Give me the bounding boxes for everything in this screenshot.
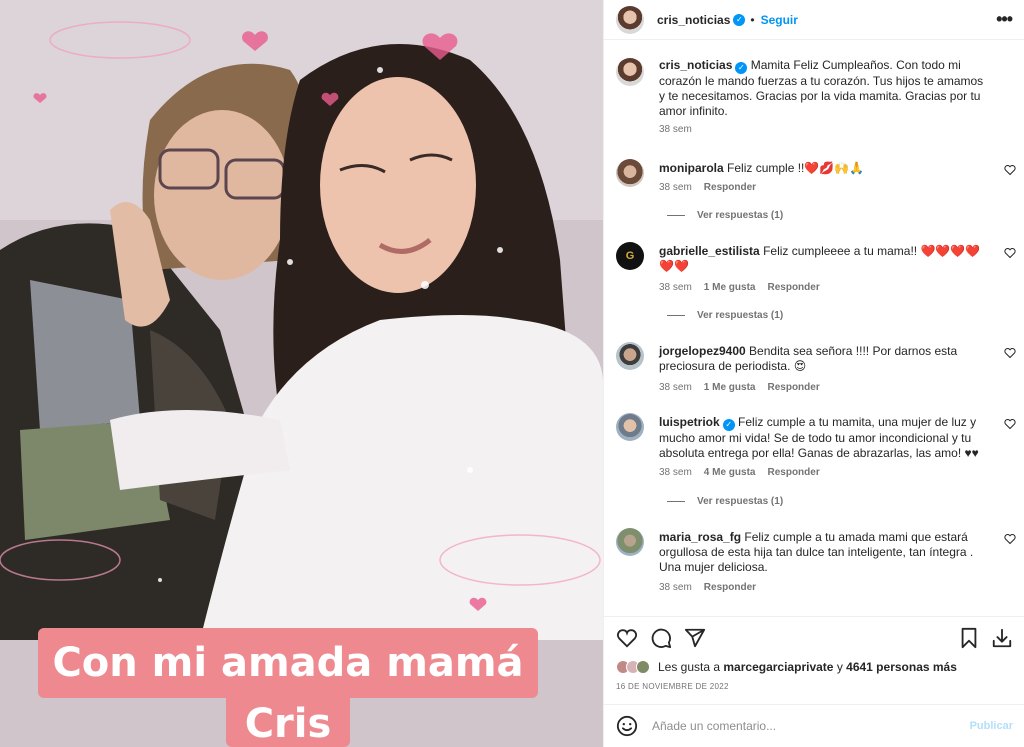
post-photo: Con mi amada mamá Cris [0, 0, 603, 747]
replies-line [667, 501, 685, 502]
replies-line [667, 215, 685, 216]
caption-time[interactable]: 38 sem [659, 124, 692, 135]
comment-username[interactable]: jorgelopez9400 [659, 344, 746, 358]
comment-time[interactable]: 38 sem [659, 382, 692, 393]
view-replies-button[interactable]: Ver respuestas (1) [667, 496, 783, 507]
comment-time[interactable]: 38 sem [659, 467, 692, 478]
comment-username[interactable]: moniparola [659, 161, 724, 175]
comment-meta: 38 sem 1 Me gusta Responder [659, 282, 832, 293]
comment-meta: 38 sem 1 Me gusta Responder [659, 382, 832, 393]
comment-item: G gabrielle_estilista Feliz cumpleeee a … [616, 242, 1016, 297]
comment-like-heart-icon[interactable] [1004, 164, 1016, 176]
likes-count[interactable]: 4641 personas más [846, 660, 957, 674]
comment-avatar[interactable] [616, 413, 644, 441]
comment-body: gabrielle_estilista Feliz cumpleeee a tu… [659, 244, 989, 274]
verified-badge-icon: ✓ [733, 13, 746, 26]
view-replies-button[interactable]: Ver respuestas (1) [667, 210, 783, 221]
action-bar [604, 616, 1024, 656]
comment-like-heart-icon[interactable] [1004, 247, 1016, 259]
reply-link[interactable]: Responder [767, 467, 819, 478]
comment-body: moniparola Feliz cumple !!❤️💋🙌🙏 [659, 161, 989, 176]
caption-avatar[interactable] [616, 58, 644, 86]
comment-item: jorgelopez9400 Bendita sea señora !!!! P… [616, 342, 1016, 397]
likes-middle: y [836, 660, 843, 674]
reply-link[interactable]: Responder [704, 582, 756, 593]
likes-prefix: Les gusta a [658, 660, 721, 674]
caption-body: cris_noticias ✓ Mamita Feliz Cumpleaños. … [659, 58, 989, 119]
view-replies-label[interactable]: Ver respuestas (1) [697, 210, 783, 221]
view-replies-label[interactable]: Ver respuestas (1) [697, 310, 783, 321]
more-options-icon[interactable]: ••• [996, 9, 1013, 30]
caption-meta: 38 sem [659, 124, 704, 135]
comment-body: jorgelopez9400 Bendita sea señora !!!! P… [659, 344, 989, 374]
comment-body: luispetriok ✓ Feliz cumple a tu mamita, u… [659, 415, 989, 461]
comment-item: moniparola Feliz cumple !!❤️💋🙌🙏 38 sem Re… [616, 159, 1016, 195]
publish-button[interactable]: Publicar [970, 720, 1013, 732]
post-caption: cris_noticias ✓ Mamita Feliz Cumpleaños. … [616, 58, 1016, 138]
view-replies-label[interactable]: Ver respuestas (1) [697, 496, 783, 507]
verified-badge-icon: ✓ [722, 419, 735, 431]
comment-time[interactable]: 38 sem [659, 582, 692, 593]
author-avatar[interactable] [616, 5, 644, 34]
comment-avatar[interactable]: G [616, 242, 644, 270]
comment-like-count[interactable]: 1 Me gusta [704, 282, 756, 293]
post-header: cris_noticias ✓ • Seguir ••• [604, 0, 1024, 40]
comment-body: maria_rosa_fg Feliz cumple a tu amada ma… [659, 530, 989, 575]
comment-meta: 38 sem 4 Me gusta Responder [659, 467, 832, 478]
follow-button[interactable]: Seguir [761, 13, 798, 27]
comment-like-heart-icon[interactable] [1004, 533, 1016, 545]
likes-summary[interactable]: Les gusta a marcegarciaprivate y 4641 pe… [616, 660, 957, 674]
likes-text: Les gusta a marcegarciaprivate y 4641 pe… [658, 660, 957, 674]
photo-caption-line2: Cris [226, 692, 350, 747]
view-replies-button[interactable]: Ver respuestas (1) [667, 310, 783, 321]
bookmark-icon[interactable] [958, 627, 980, 649]
comment-time[interactable]: 38 sem [659, 282, 692, 293]
replies-line [667, 315, 685, 316]
download-icon[interactable] [991, 627, 1013, 649]
separator-dot: • [750, 12, 755, 27]
reply-link[interactable]: Responder [767, 382, 819, 393]
share-icon[interactable] [684, 627, 706, 649]
comment-meta: 38 sem Responder [659, 582, 768, 593]
comment-like-heart-icon[interactable] [1004, 347, 1016, 359]
comment-like-count[interactable]: 4 Me gusta [704, 467, 756, 478]
add-comment-bar: Añade un comentario... Publicar [604, 704, 1024, 747]
likes-user[interactable]: marcegarciaprivate [723, 660, 833, 674]
comment-item: maria_rosa_fg Feliz cumple a tu amada ma… [616, 528, 1016, 598]
reply-link[interactable]: Responder [704, 182, 756, 193]
photo-caption-line1: Con mi amada mamá [38, 628, 538, 698]
comments-list[interactable]: cris_noticias ✓ Mamita Feliz Cumpleaños. … [604, 40, 1024, 616]
comment-input[interactable]: Añade un comentario... [652, 719, 776, 733]
comment-username[interactable]: luispetriok [659, 415, 720, 429]
gab-logo-icon: G [625, 250, 635, 262]
emoji-icon[interactable] [616, 715, 638, 737]
comment-username[interactable]: gabrielle_estilista [659, 244, 760, 258]
comment-text: Feliz cumple !!❤️💋🙌🙏 [727, 161, 865, 175]
comment-avatar[interactable] [616, 528, 644, 556]
caption-username[interactable]: cris_noticias [659, 58, 732, 72]
post-panel: cris_noticias ✓ • Seguir ••• cris_notici… [603, 0, 1024, 747]
post-date[interactable]: 16 DE NOVIEMBRE DE 2022 [616, 682, 729, 691]
comment-meta: 38 sem Responder [659, 182, 768, 193]
comment-avatar[interactable] [616, 159, 644, 187]
comment-avatar[interactable] [616, 342, 644, 370]
liker-avatar [636, 660, 650, 674]
verified-badge-icon: ✓ [735, 62, 748, 74]
heart-icon[interactable] [616, 627, 638, 649]
comment-time[interactable]: 38 sem [659, 182, 692, 193]
comment-like-heart-icon[interactable] [1004, 418, 1016, 430]
author-username[interactable]: cris_noticias [657, 13, 730, 27]
comment-like-count[interactable]: 1 Me gusta [704, 382, 756, 393]
reply-link[interactable]: Responder [767, 282, 819, 293]
comment-username[interactable]: maria_rosa_fg [659, 530, 741, 544]
comment-icon[interactable] [650, 627, 672, 649]
comment-item: luispetriok ✓ Feliz cumple a tu mamita, u… [616, 413, 1016, 483]
